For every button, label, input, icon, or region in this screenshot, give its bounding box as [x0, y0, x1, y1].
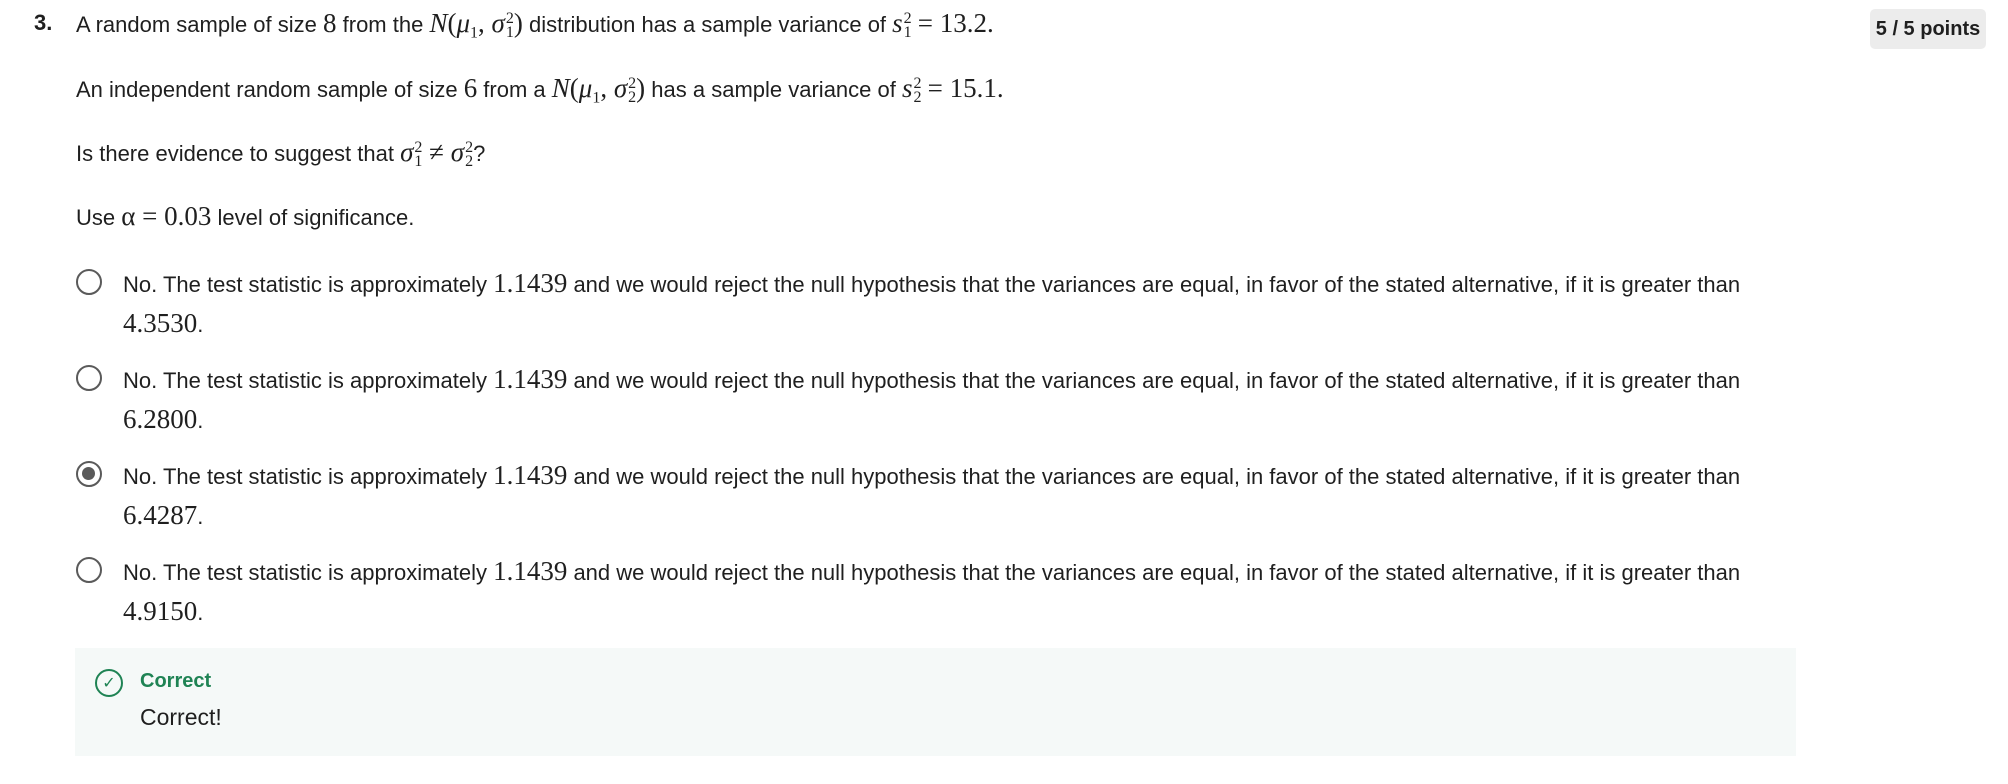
variance-value: = 13.2.: [917, 8, 994, 38]
text: level of significance.: [211, 205, 415, 230]
option-text: No. The test statistic is approximately: [123, 368, 494, 393]
radio-button[interactable]: [76, 269, 102, 295]
text: from a: [477, 77, 552, 102]
answer-option[interactable]: No. The test statistic is approximately …: [74, 360, 1794, 440]
question-line-3: Is there evidence to suggest that σ21 ≠ …: [76, 137, 486, 171]
math-normal-1: N: [429, 8, 448, 38]
critical-value: 4.3530: [123, 308, 198, 338]
answer-option[interactable]: No. The test statistic is approximately …: [74, 552, 1794, 632]
text: ?: [473, 141, 486, 166]
radio-button-selected[interactable]: [76, 461, 102, 487]
text: Is there evidence to suggest that: [76, 141, 401, 166]
test-statistic: 1.1439: [493, 268, 568, 298]
points-badge: 5 / 5 points: [1870, 9, 1986, 49]
question-line-4: Use α = 0.03 level of significance.: [76, 201, 414, 233]
critical-value: 6.4287: [123, 500, 198, 530]
question-line-1: A random sample of size 8 from the N(μ1,…: [76, 8, 994, 42]
test-statistic: 1.1439: [493, 364, 568, 394]
feedback-title: Correct: [140, 670, 212, 692]
radio-button[interactable]: [76, 557, 102, 583]
math-normal-2: N: [551, 73, 570, 103]
option-text: and we would reject the null hypothesis …: [567, 368, 1741, 393]
critical-value: 6.2800: [123, 404, 198, 434]
option-text: and we would reject the null hypothesis …: [567, 560, 1741, 585]
radio-button[interactable]: [76, 365, 102, 391]
option-text: No. The test statistic is approximately: [123, 464, 494, 489]
option-text: No. The test statistic is approximately: [123, 560, 494, 585]
answer-option[interactable]: No. The test statistic is approximately …: [74, 264, 1794, 344]
text: A random sample of size: [76, 12, 324, 37]
test-statistic: 1.1439: [493, 460, 568, 490]
critical-value: 4.9150: [123, 596, 198, 626]
alpha-value: α = 0.03: [121, 201, 212, 231]
question-line-2: An independent random sample of size 6 f…: [76, 73, 1004, 107]
option-text: No. The test statistic is approximately: [123, 272, 494, 297]
text: An independent random sample of size: [76, 77, 464, 102]
answer-option-selected[interactable]: No. The test statistic is approximately …: [74, 456, 1794, 536]
variance-value: = 15.1.: [927, 73, 1004, 103]
test-statistic: 1.1439: [493, 556, 568, 586]
text: from the: [336, 12, 430, 37]
text: Use: [76, 205, 122, 230]
text: distribution has a sample variance of: [522, 12, 893, 37]
sample-size: 6: [463, 73, 478, 103]
feedback-message: Correct!: [140, 704, 222, 730]
sample-size: 8: [323, 8, 337, 38]
option-text: and we would reject the null hypothesis …: [567, 272, 1741, 297]
text: has a sample variance of: [645, 77, 902, 102]
option-text: and we would reject the null hypothesis …: [567, 464, 1741, 489]
check-circle-icon: ✓: [95, 669, 123, 697]
question-number: 3.: [34, 10, 53, 35]
feedback-panel: ✓ Correct Correct!: [75, 648, 1796, 756]
